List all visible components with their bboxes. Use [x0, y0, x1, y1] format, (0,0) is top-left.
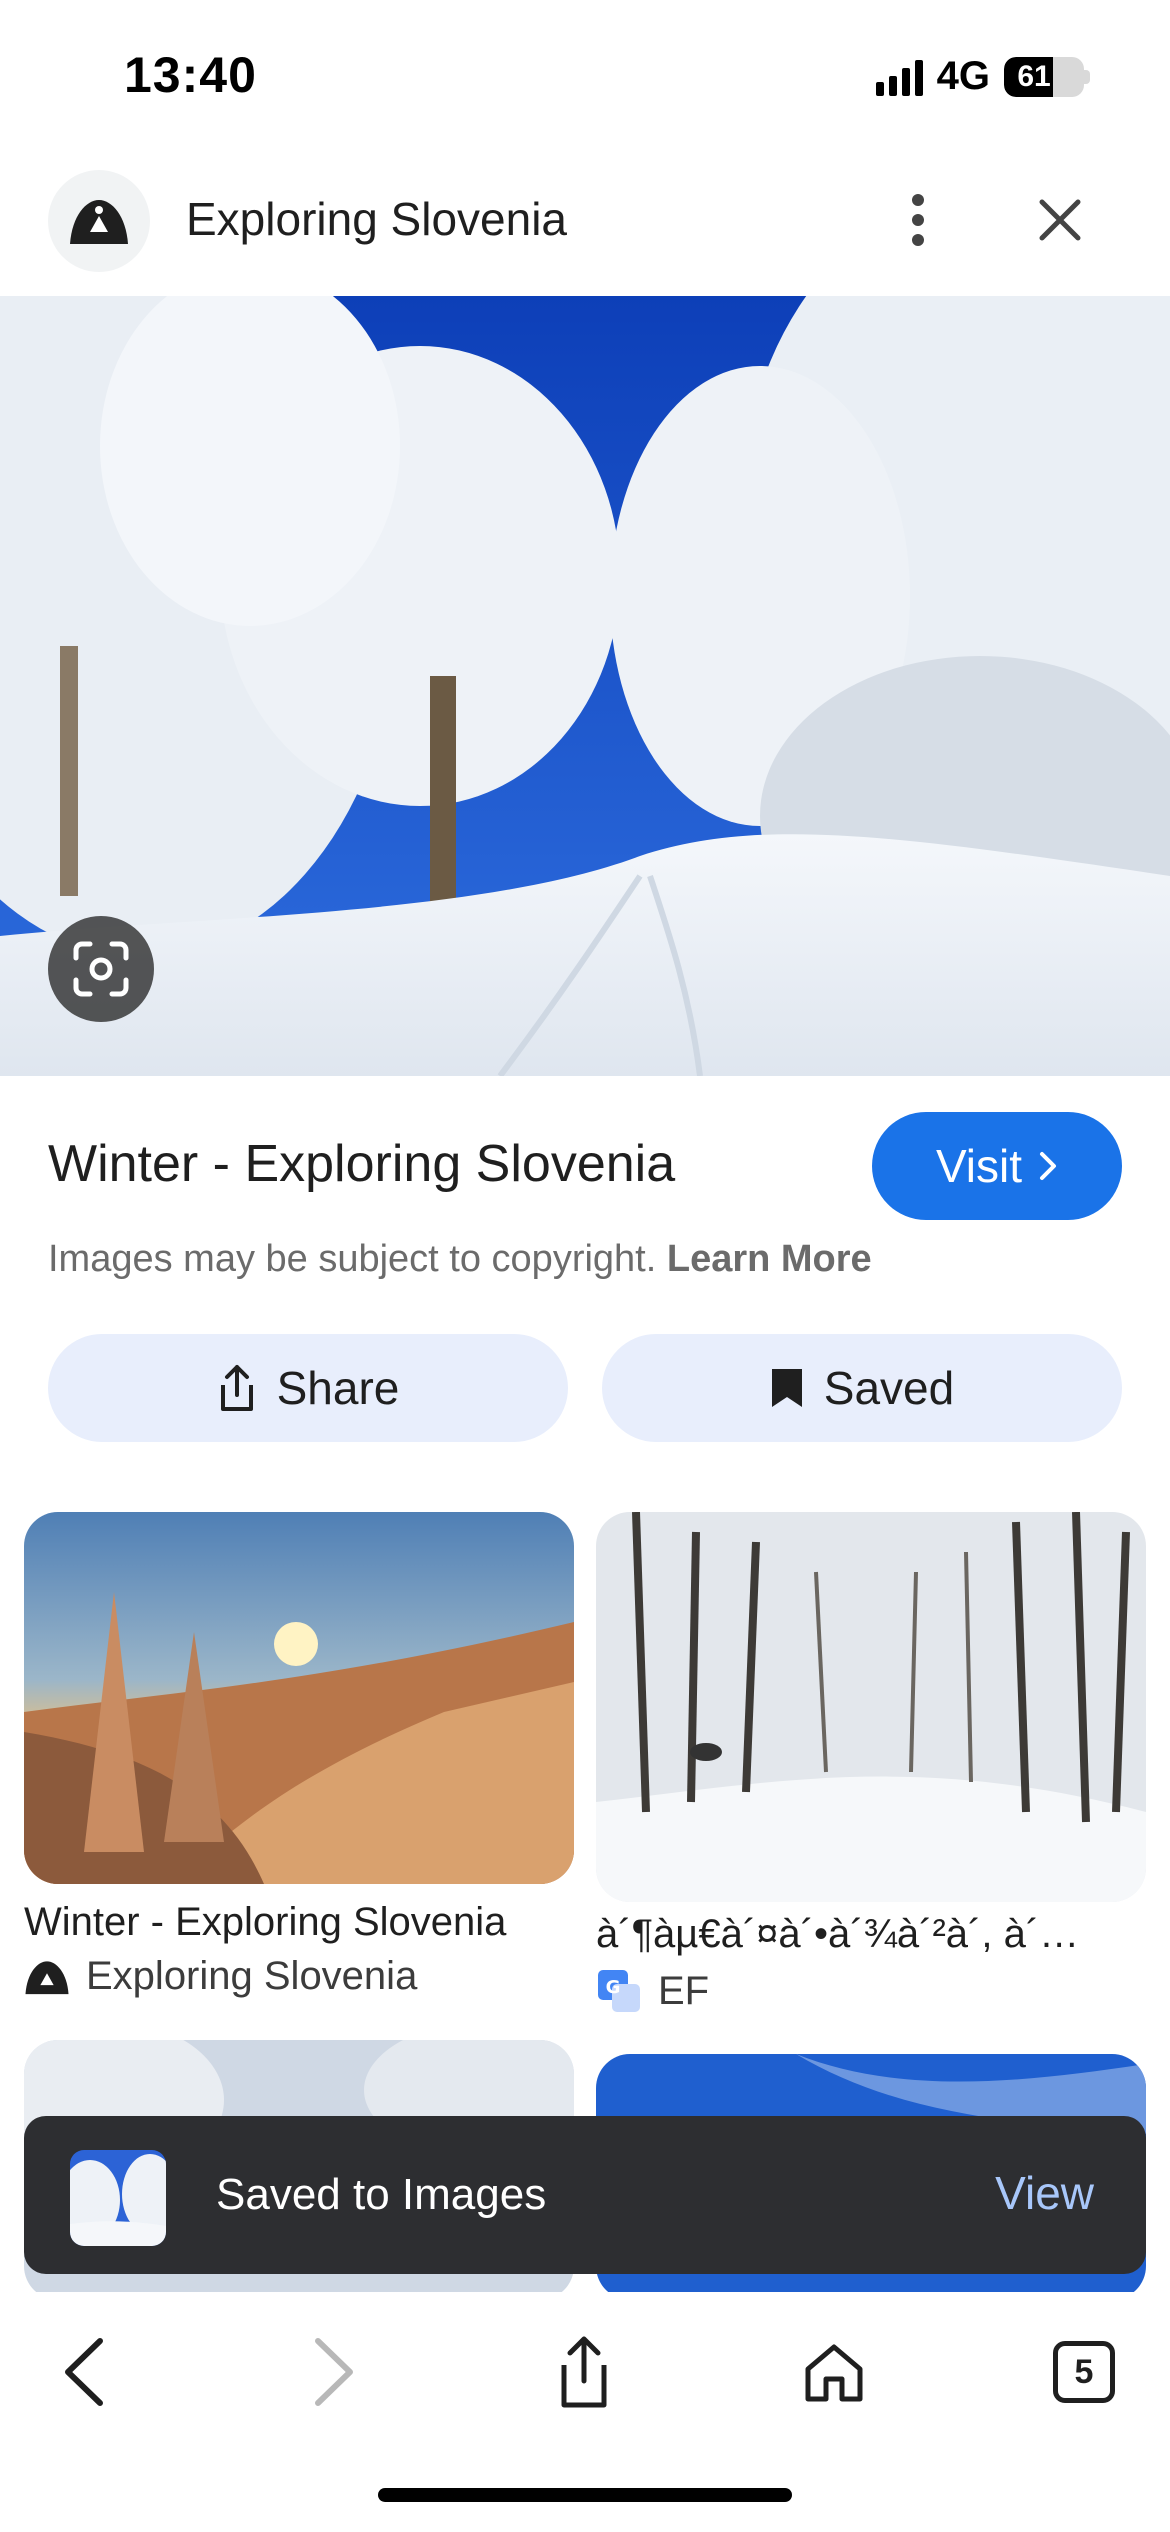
share-button[interactable]: Share	[48, 1334, 568, 1442]
related-card[interactable]: Winter - Exploring Slovenia Exploring Sl…	[24, 1512, 574, 2012]
chevron-right-icon	[315, 2338, 353, 2406]
svg-text:G: G	[606, 1977, 621, 1998]
tabs-count: 5	[1053, 2341, 1115, 2403]
related-source: Exploring Slovenia	[24, 1954, 417, 1999]
learn-more-link[interactable]: Learn More	[667, 1238, 872, 1280]
saved-button[interactable]: Saved	[602, 1334, 1122, 1442]
bookmark-icon	[771, 1369, 802, 1407]
lens-icon[interactable]	[48, 916, 154, 1022]
network-type: 4G	[936, 54, 990, 98]
related-source-name: EF	[658, 1968, 710, 2013]
related-source-name: Exploring Slovenia	[86, 1954, 418, 1998]
share-icon	[561, 2336, 607, 2408]
related-title[interactable]: à´¶àµ€à´¤à´•à´¾à´²à´, à´…	[596, 1912, 1146, 1957]
saved-label: Saved	[823, 1362, 955, 1414]
close-icon[interactable]	[1022, 182, 1098, 258]
copyright-text: Images may be subject to copyright.	[48, 1238, 657, 1280]
status-time: 13:40	[124, 47, 257, 103]
home-icon	[805, 2344, 863, 2402]
home-indicator	[378, 2488, 792, 2502]
result-title: Winter - Exploring Slovenia	[48, 1135, 676, 1193]
share-label: Share	[276, 1362, 400, 1414]
snackbar-view-button[interactable]: View	[995, 2166, 1094, 2220]
translate-icon: G	[598, 1970, 640, 2012]
share-icon	[220, 1365, 253, 1411]
forward-button[interactable]	[274, 2312, 394, 2432]
status-bar: 13:40 4G 61	[0, 0, 1170, 150]
home-button[interactable]	[774, 2312, 894, 2432]
related-image[interactable]	[596, 1512, 1146, 1902]
chevron-right-icon	[1040, 1152, 1057, 1180]
snackbar-message: Saved to Images	[216, 2170, 547, 2219]
more-vert-icon[interactable]	[880, 182, 956, 258]
visit-button[interactable]: Visit	[872, 1112, 1122, 1220]
battery-icon: 61	[1004, 56, 1090, 97]
hero-image[interactable]	[0, 296, 1170, 1076]
site-logo-icon[interactable]	[48, 170, 150, 272]
signal-icon	[875, 58, 923, 96]
sheet-header: Exploring Slovenia	[0, 160, 1170, 280]
visit-label: Visit	[935, 1140, 1023, 1192]
copyright-notice: Images may be subject to copyright. Lear…	[48, 1238, 872, 1281]
related-source: G EF	[596, 1968, 709, 2014]
share-page-button[interactable]	[524, 2312, 644, 2432]
snackbar: Saved to Images View	[24, 2116, 1146, 2274]
status-indicators: 4G 61	[875, 54, 1090, 99]
related-title[interactable]: Winter - Exploring Slovenia	[24, 1900, 574, 1945]
site-logo-icon	[25, 1960, 69, 1994]
battery-level: 61	[1017, 59, 1051, 93]
chevron-left-icon	[65, 2338, 103, 2406]
back-button[interactable]	[24, 2312, 144, 2432]
bottom-toolbar: 5	[0, 2292, 1170, 2492]
related-card[interactable]: à´¶àµ€à´¤à´•à´¾à´²à´, à´… G EF	[596, 1512, 1146, 2014]
header-title: Exploring Slovenia	[186, 193, 568, 245]
tabs-button[interactable]: 5	[1024, 2312, 1144, 2432]
snackbar-thumbnail	[70, 2150, 166, 2246]
related-image[interactable]	[24, 1512, 574, 1884]
